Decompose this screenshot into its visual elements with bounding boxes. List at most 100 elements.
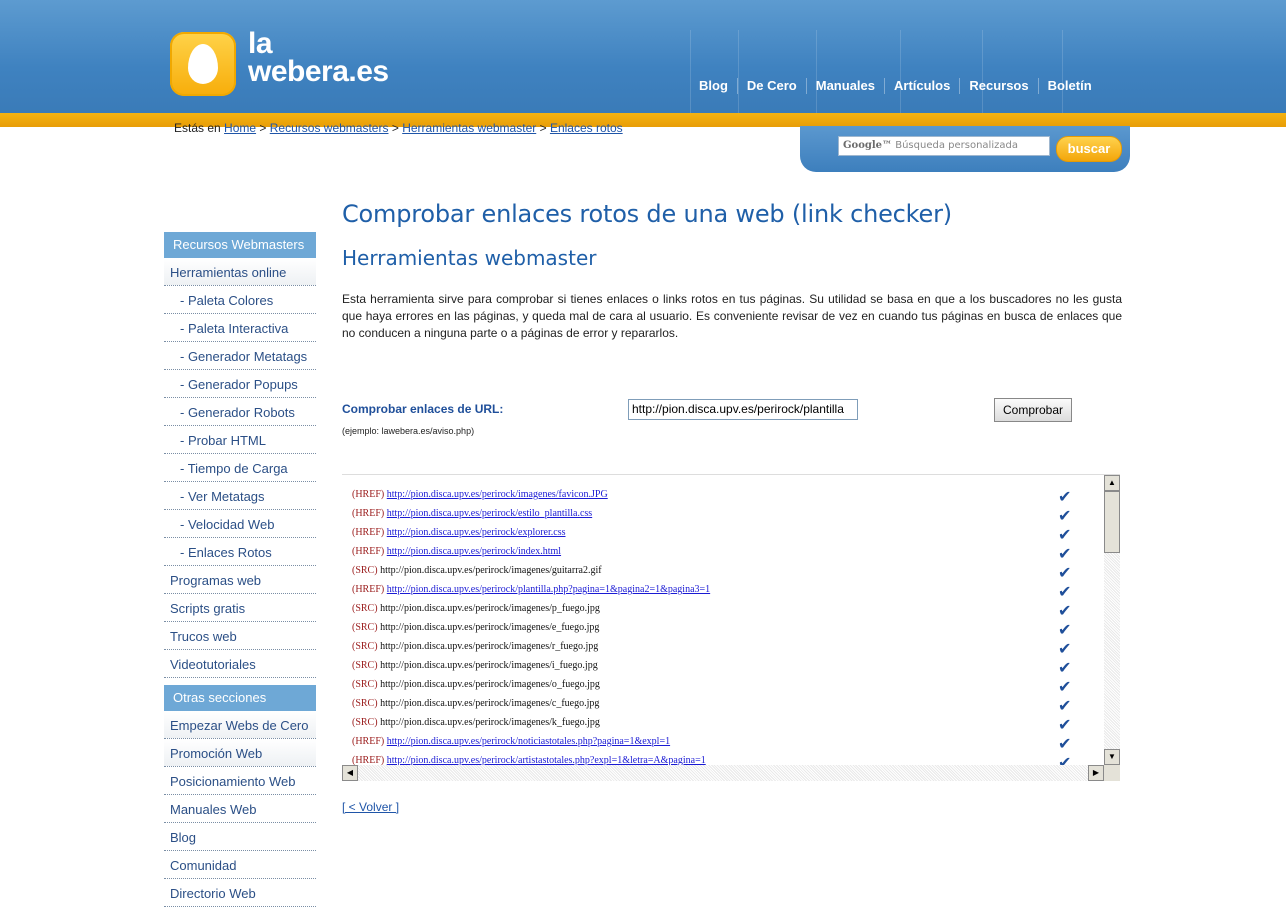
sidebar-item[interactable]: - Paleta Interactiva bbox=[164, 314, 316, 342]
checkmark-icon: ✔ bbox=[1058, 698, 1072, 715]
sidebar-item[interactable]: - Generador Robots bbox=[164, 398, 316, 426]
result-url[interactable]: http://pion.disca.upv.es/perirock/notici… bbox=[387, 736, 670, 747]
result-url: http://pion.disca.upv.es/perirock/imagen… bbox=[380, 603, 600, 614]
back-link[interactable]: [ < Volver ] bbox=[342, 800, 399, 814]
result-url[interactable]: http://pion.disca.upv.es/perirock/estilo… bbox=[387, 508, 592, 519]
sidebar-item[interactable]: - Generador Popups bbox=[164, 370, 316, 398]
check-links-button[interactable]: Comprobar bbox=[994, 398, 1072, 422]
result-url[interactable]: http://pion.disca.upv.es/perirock/planti… bbox=[387, 584, 710, 595]
result-type: (HREF) bbox=[352, 489, 385, 500]
result-type: (SRC) bbox=[352, 679, 378, 690]
checkmark-icon: ✔ bbox=[1058, 755, 1072, 766]
breadcrumb-link[interactable]: Enlaces rotos bbox=[550, 121, 623, 135]
result-row: (SRC) http://pion.disca.upv.es/perirock/… bbox=[352, 660, 598, 679]
breadcrumb-separator: > bbox=[391, 121, 399, 135]
sidebar-item[interactable]: - Paleta Colores bbox=[164, 286, 316, 314]
nav-recursos[interactable]: Recursos bbox=[960, 78, 1039, 94]
result-row: (HREF) http://pion.disca.upv.es/perirock… bbox=[352, 584, 710, 603]
result-url[interactable]: http://pion.disca.upv.es/perirock/explor… bbox=[387, 527, 566, 538]
sidebar-item[interactable]: Directorio Web bbox=[164, 879, 316, 907]
nav-manuales[interactable]: Manuales bbox=[807, 78, 885, 94]
sidebar-item[interactable]: Videotutoriales bbox=[164, 650, 316, 678]
result-url: http://pion.disca.upv.es/perirock/imagen… bbox=[380, 717, 600, 728]
vertical-scrollbar[interactable]: ▲ ▼ bbox=[1104, 475, 1120, 765]
google-label: Google™ bbox=[843, 140, 893, 151]
result-url[interactable]: http://pion.disca.upv.es/perirock/index.… bbox=[387, 546, 561, 557]
search-button[interactable]: buscar bbox=[1056, 136, 1122, 162]
result-row: (SRC) http://pion.disca.upv.es/perirock/… bbox=[352, 622, 599, 641]
result-type: (HREF) bbox=[352, 508, 385, 519]
result-row: (HREF) http://pion.disca.upv.es/perirock… bbox=[352, 508, 592, 527]
sidebar-item[interactable]: Manuales Web bbox=[164, 795, 316, 823]
logo-text[interactable]: la webera.es bbox=[248, 27, 389, 88]
breadcrumb-link[interactable]: Home bbox=[224, 121, 256, 135]
sidebar-item[interactable]: - Velocidad Web bbox=[164, 510, 316, 538]
sidebar-item[interactable]: Scripts gratis bbox=[164, 594, 316, 622]
results-list: (HREF) http://pion.disca.upv.es/perirock… bbox=[342, 475, 1104, 765]
logo-line1: la bbox=[248, 27, 273, 60]
result-url: http://pion.disca.upv.es/perirock/imagen… bbox=[380, 660, 598, 671]
checkmark-icon: ✔ bbox=[1058, 508, 1072, 525]
arrow-up-icon[interactable]: ▲ bbox=[1104, 475, 1120, 491]
result-row: (HREF) http://pion.disca.upv.es/perirock… bbox=[352, 527, 566, 546]
nav-de-cero[interactable]: De Cero bbox=[738, 78, 807, 94]
checkmark-icon: ✔ bbox=[1058, 717, 1072, 734]
result-row: (SRC) http://pion.disca.upv.es/perirock/… bbox=[352, 717, 600, 736]
horizontal-scrollbar[interactable]: ◀ ▶ bbox=[342, 765, 1104, 781]
sidebar-item[interactable]: Trucos web bbox=[164, 622, 316, 650]
nav-blog[interactable]: Blog bbox=[690, 78, 738, 94]
sidebar-item[interactable]: Comunidad bbox=[164, 851, 316, 879]
breadcrumb-link[interactable]: Recursos webmasters bbox=[270, 121, 389, 135]
result-type: (SRC) bbox=[352, 641, 378, 652]
top-navigation: Blog De Cero Manuales Artículos Recursos Bole… bbox=[690, 78, 1101, 94]
result-type: (SRC) bbox=[352, 622, 378, 633]
result-type: (SRC) bbox=[352, 603, 378, 614]
result-row: (SRC) http://pion.disca.upv.es/perirock/… bbox=[352, 698, 599, 717]
sidebar-item[interactable]: Blog bbox=[164, 823, 316, 851]
result-row: (SRC) http://pion.disca.upv.es/perirock/… bbox=[352, 565, 602, 584]
breadcrumb-separator: > bbox=[259, 121, 267, 135]
sidebar-item[interactable]: - Enlaces Rotos bbox=[164, 538, 316, 566]
logo-line2: webera.es bbox=[248, 55, 389, 88]
sidebar-heading-otras: Otras secciones bbox=[164, 685, 316, 711]
result-url[interactable]: http://pion.disca.upv.es/perirock/imagen… bbox=[387, 489, 608, 500]
arrow-left-icon[interactable]: ◀ bbox=[342, 765, 358, 781]
sidebar-item[interactable]: - Tiempo de Carga bbox=[164, 454, 316, 482]
url-input[interactable]: http://pion.disca.upv.es/perirock/planti… bbox=[628, 399, 858, 420]
sidebar-item[interactable]: - Ver Metatags bbox=[164, 482, 316, 510]
logo-icon[interactable] bbox=[170, 32, 236, 96]
result-type: (SRC) bbox=[352, 717, 378, 728]
sidebar-item[interactable]: - Generador Metatags bbox=[164, 342, 316, 370]
sidebar-item[interactable]: - Probar HTML bbox=[164, 426, 316, 454]
result-type: (HREF) bbox=[352, 546, 385, 557]
checkmark-icon: ✔ bbox=[1058, 641, 1072, 658]
breadcrumb-link[interactable]: Herramientas webmaster bbox=[402, 121, 536, 135]
breadcrumb-separator: > bbox=[539, 121, 547, 135]
sidebar-item[interactable]: Herramientas online bbox=[164, 258, 316, 286]
arrow-right-icon[interactable]: ▶ bbox=[1088, 765, 1104, 781]
result-type: (SRC) bbox=[352, 660, 378, 671]
sidebar-item[interactable]: Empezar Webs de Cero bbox=[164, 711, 316, 739]
nav-bolet-n[interactable]: Boletín bbox=[1039, 78, 1101, 94]
result-row: (HREF) http://pion.disca.upv.es/perirock… bbox=[352, 546, 561, 565]
search-input[interactable]: Google™ Búsqueda personalizada bbox=[838, 136, 1050, 156]
result-type: (HREF) bbox=[352, 755, 385, 765]
checkmark-icon: ✔ bbox=[1058, 736, 1072, 753]
sidebar-item[interactable]: Promoción Web bbox=[164, 739, 316, 767]
result-url[interactable]: http://pion.disca.upv.es/perirock/artist… bbox=[387, 755, 706, 765]
sidebar-item[interactable]: Programas web bbox=[164, 566, 316, 594]
result-type: (HREF) bbox=[352, 527, 385, 538]
site-header: la webera.es Blog De Cero Manuales Artículo… bbox=[0, 0, 1286, 113]
result-row: (HREF) http://pion.disca.upv.es/perirock… bbox=[352, 755, 706, 765]
result-url: http://pion.disca.upv.es/perirock/imagen… bbox=[380, 641, 599, 652]
result-url: http://pion.disca.upv.es/perirock/imagen… bbox=[380, 565, 602, 576]
result-type: (SRC) bbox=[352, 698, 378, 709]
nav-art-culos[interactable]: Artículos bbox=[885, 78, 961, 94]
scroll-thumb[interactable] bbox=[1104, 491, 1120, 553]
arrow-down-icon[interactable]: ▼ bbox=[1104, 749, 1120, 765]
checkmark-icon: ✔ bbox=[1058, 679, 1072, 696]
sidebar-item[interactable]: Posicionamiento Web bbox=[164, 767, 316, 795]
result-url: http://pion.disca.upv.es/perirock/imagen… bbox=[380, 622, 600, 633]
result-type: (HREF) bbox=[352, 584, 385, 595]
